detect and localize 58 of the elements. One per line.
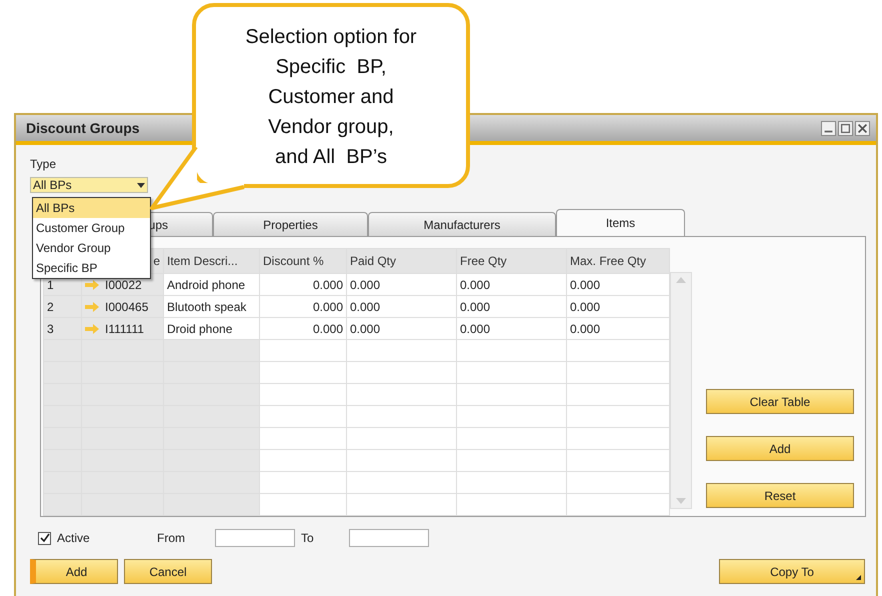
table-cell: Android phone [164, 274, 260, 296]
tab[interactable]: Properties [213, 212, 368, 236]
link-arrow-icon[interactable] [85, 280, 99, 290]
column-header[interactable]: Paid Qty [346, 248, 456, 274]
tab[interactable]: Items [556, 209, 685, 236]
column-header[interactable]: Item Descri... [164, 248, 260, 274]
action-button[interactable]: Add [30, 559, 118, 584]
column-header[interactable]: Discount % [260, 248, 346, 274]
table-cell: 2 [44, 296, 82, 318]
type-label: Type [30, 157, 56, 173]
table-cell: 0.000 [456, 318, 566, 340]
maximize-icon[interactable] [838, 120, 853, 136]
column-header[interactable]: Max. Free Qty [566, 248, 670, 274]
minimize-icon[interactable] [821, 120, 836, 136]
table-cell: 0.000 [346, 274, 456, 296]
window-title: Discount Groups [26, 120, 140, 136]
action-button[interactable]: Clear Table [706, 389, 854, 414]
table-cell: 0.000 [456, 296, 566, 318]
scroll-up-icon[interactable] [676, 277, 686, 283]
table-cell: 0.000 [346, 318, 456, 340]
table-cell: 0.000 [566, 318, 670, 340]
table-cell: 0.000 [260, 274, 346, 296]
table-cell: I000465 [105, 300, 148, 314]
table-cell: 0.000 [346, 296, 456, 318]
table-cell: 0.000 [260, 296, 346, 318]
caret-icon[interactable] [137, 182, 145, 188]
to-label: To [300, 531, 315, 545]
link-arrow-icon[interactable] [85, 324, 99, 334]
table-cell: Droid phone [164, 318, 260, 340]
table-cell: 0.000 [456, 274, 566, 296]
callout-text: Selection option for Specific BP, Customer and Vendor group, and All BP’s [244, 25, 418, 170]
close-icon[interactable] [855, 120, 870, 136]
menu-corner-icon [856, 575, 861, 580]
table-cell: 0.000 [566, 296, 670, 318]
type-dropdown[interactable]: All BPs [30, 177, 148, 193]
from-label: From [157, 531, 186, 545]
tab[interactable]: Manufacturers [368, 212, 556, 236]
menu-item[interactable]: All BPs [33, 198, 150, 218]
table-cell: I111111 [105, 322, 144, 336]
column-header[interactable]: Free Qty [456, 248, 566, 274]
menu-item[interactable]: Vendor Group [33, 238, 150, 258]
action-button[interactable]: Cancel [124, 559, 212, 584]
action-button[interactable]: Add [706, 436, 854, 461]
action-button[interactable]: Copy To [719, 559, 865, 584]
table-cell: Blutooth speak [164, 296, 260, 318]
active-label: Active [57, 531, 91, 545]
from-field[interactable] [215, 529, 295, 547]
table-cell: 3 [44, 318, 82, 340]
active-checkbox[interactable] [38, 532, 51, 544]
scrollbar[interactable] [670, 272, 692, 509]
table-cell: 0.000 [260, 318, 346, 340]
to-field[interactable] [349, 529, 429, 547]
action-button[interactable]: Reset [706, 483, 854, 508]
link-arrow-icon[interactable] [85, 302, 99, 312]
table-cell: I00022 [105, 278, 142, 292]
menu-item[interactable]: Customer Group [33, 218, 150, 238]
table-cell: 0.000 [566, 274, 670, 296]
scroll-down-icon[interactable] [676, 498, 686, 504]
